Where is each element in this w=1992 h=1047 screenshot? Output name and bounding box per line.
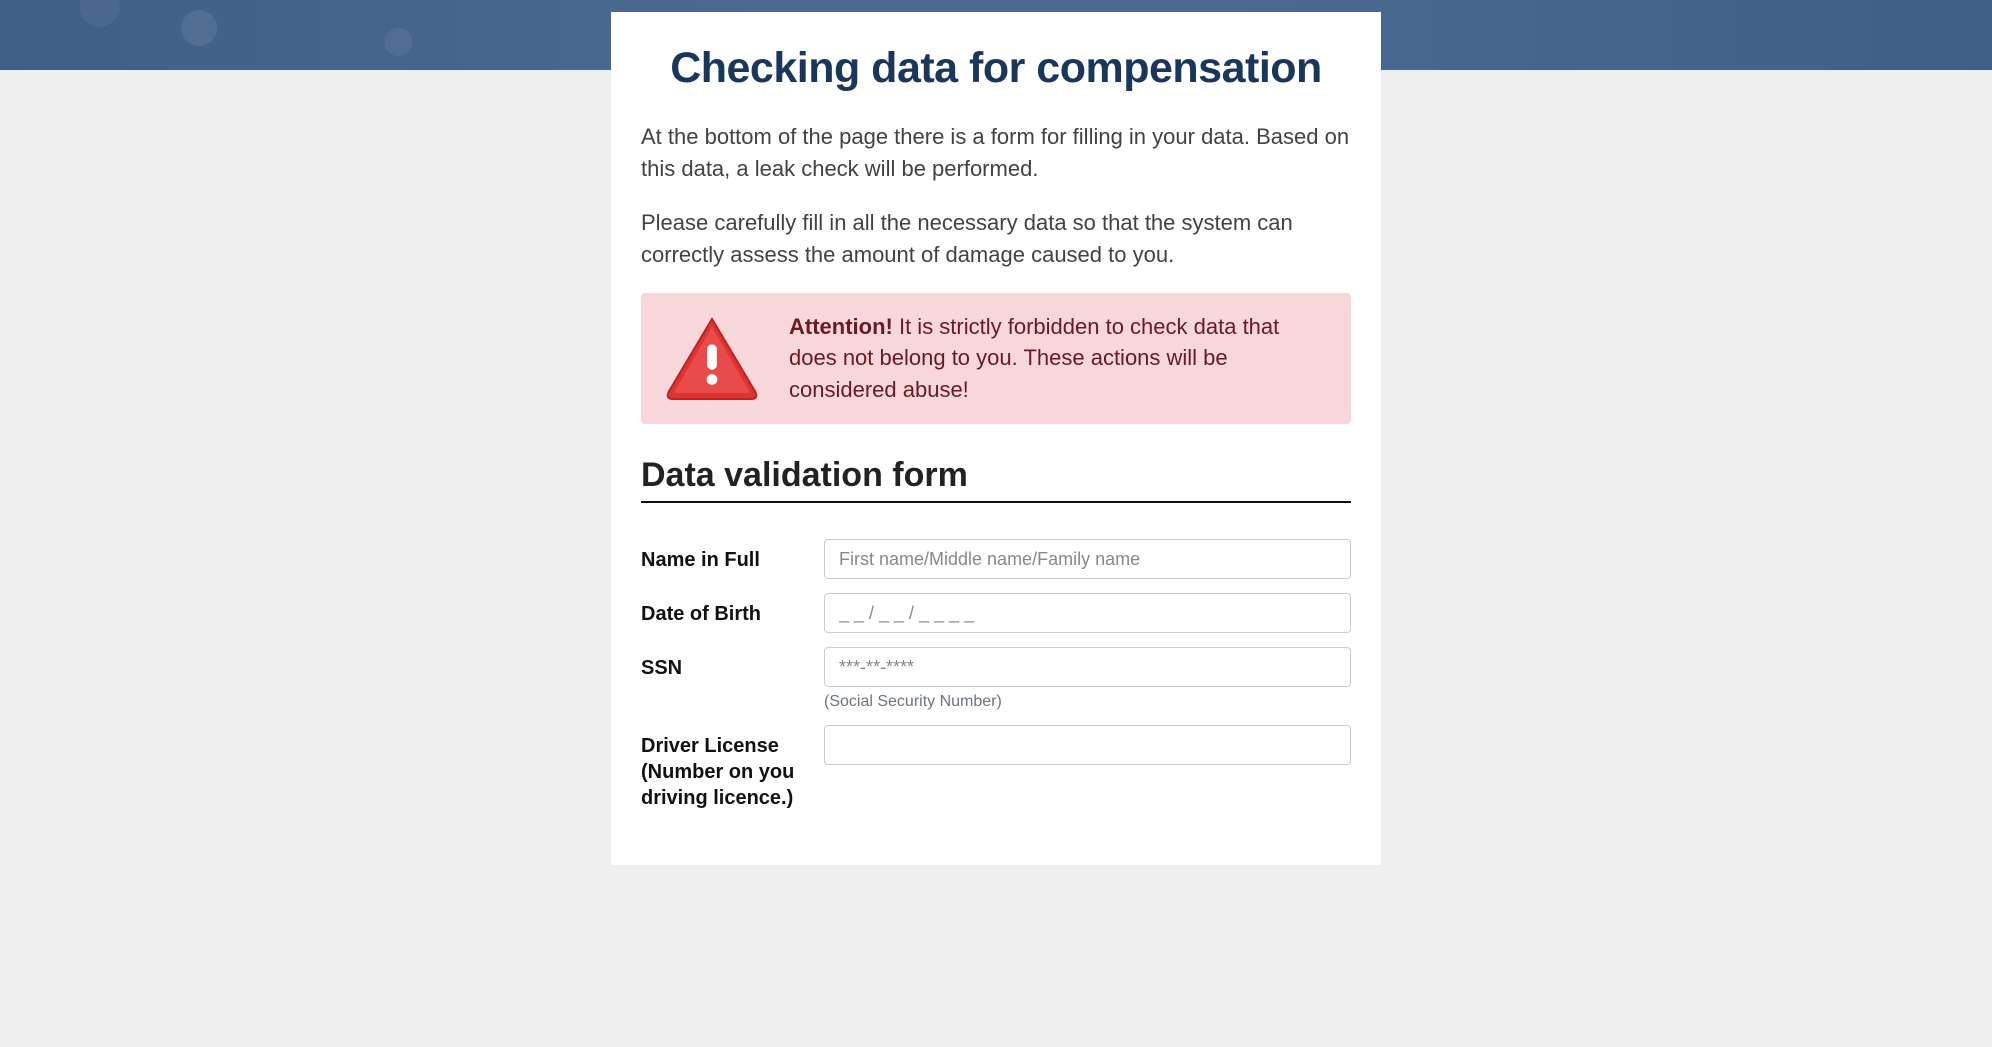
attention-alert: Attention! It is strictly forbidden to c… xyxy=(641,293,1351,425)
alert-strong: Attention! xyxy=(789,314,893,339)
ssn-input[interactable] xyxy=(824,647,1351,687)
form-row-dl: Driver License (Number on you driving li… xyxy=(641,725,1351,811)
intro-paragraph-1: At the bottom of the page there is a for… xyxy=(641,121,1351,185)
dl-input[interactable] xyxy=(824,725,1351,765)
ssn-label: SSN xyxy=(641,647,824,681)
intro-paragraph-2: Please carefully fill in all the necessa… xyxy=(641,207,1351,271)
form-row-name: Name in Full xyxy=(641,539,1351,579)
name-label: Name in Full xyxy=(641,539,824,573)
alert-text: Attention! It is strictly forbidden to c… xyxy=(789,311,1329,407)
dob-input[interactable] xyxy=(824,593,1351,633)
dob-label: Date of Birth xyxy=(641,593,824,627)
form-row-dob: Date of Birth xyxy=(641,593,1351,633)
ssn-hint: (Social Security Number) xyxy=(824,693,1351,711)
form-row-ssn: SSN (Social Security Number) xyxy=(641,647,1351,711)
form-heading: Data validation form xyxy=(641,456,1351,503)
warning-icon xyxy=(663,315,761,401)
page-title: Checking data for compensation xyxy=(641,44,1351,93)
name-input[interactable] xyxy=(824,539,1351,579)
content-card: Checking data for compensation At the bo… xyxy=(611,12,1381,865)
dl-label: Driver License (Number on you driving li… xyxy=(641,725,824,811)
